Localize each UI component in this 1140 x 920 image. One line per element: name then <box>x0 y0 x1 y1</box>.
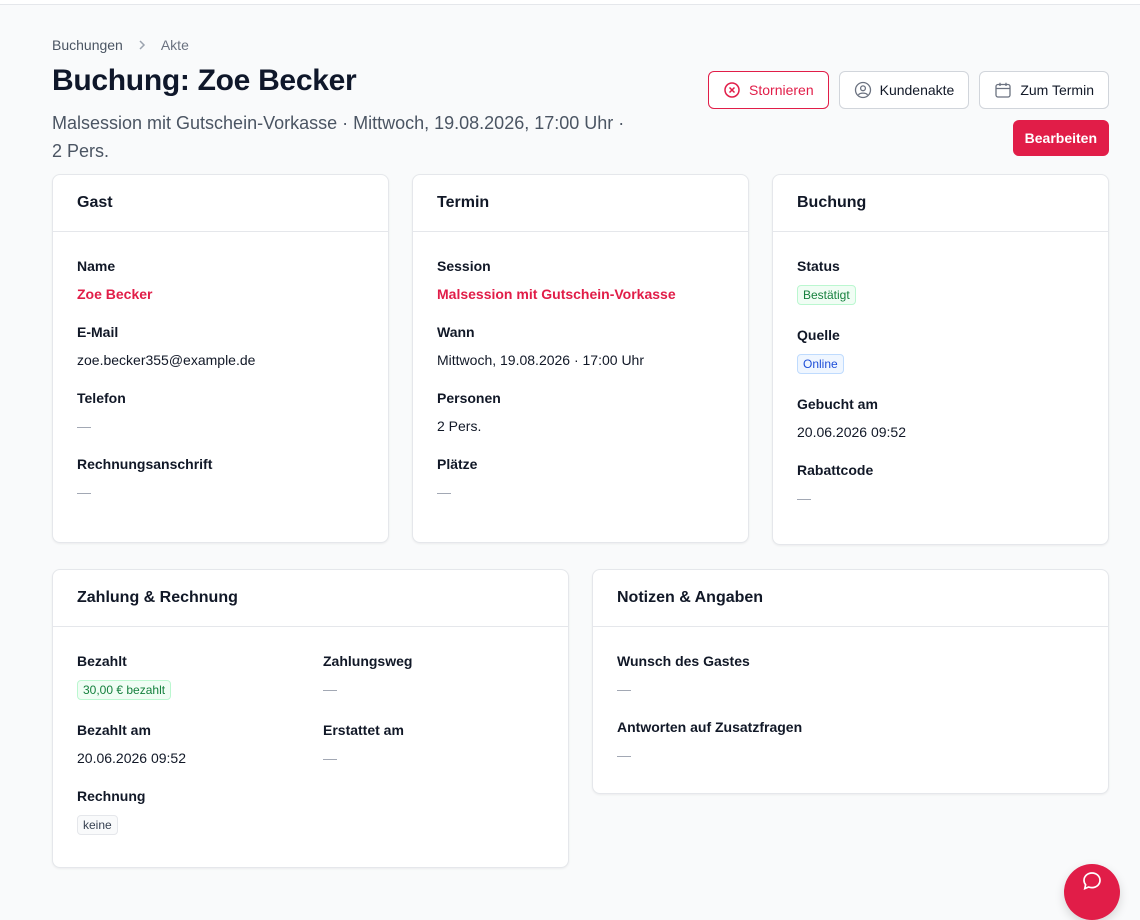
guest-address-field: Rechnungsanschrift — <box>77 456 364 500</box>
guest-email-field: E-Mail zoe.becker355@example.de <box>77 324 364 368</box>
page-title: Buchung: Zoe Becker <box>52 64 357 97</box>
guest-phone-field: Telefon — <box>77 390 364 434</box>
x-circle-icon <box>723 81 741 99</box>
field-label: Plätze <box>437 456 478 472</box>
paid-field: Bezahlt 30,00 € bezahlt <box>77 653 323 700</box>
user-circle-icon <box>854 81 872 99</box>
field-label: Session <box>437 258 491 274</box>
field-label: Bezahlt am <box>77 722 151 738</box>
guest-card-title: Gast <box>53 175 388 232</box>
field-label: E-Mail <box>77 324 119 340</box>
status-badge: Bestätigt <box>797 285 856 305</box>
paid-at-field: Bezahlt am 20.06.2026 09:52 <box>77 722 323 766</box>
session-field: Session Malsession mit Gutschein-Vorkass… <box>437 258 724 302</box>
guest-phone-value: — <box>77 418 91 434</box>
appointment-card: Termin Session Malsession mit Gutschein-… <box>412 174 749 543</box>
payment-method-field: Zahlungsweg — <box>323 653 544 700</box>
field-label: Bezahlt <box>77 653 127 669</box>
go-to-appointment-button[interactable]: Zum Termin <box>979 71 1109 109</box>
guest-wish-value: — <box>617 681 631 697</box>
cancel-booking-label: Stornieren <box>749 82 814 98</box>
chevron-right-icon <box>137 40 147 50</box>
field-label: Gebucht am <box>797 396 878 412</box>
go-to-appointment-label: Zum Termin <box>1020 82 1094 98</box>
invoice-field: Rechnung keine <box>77 788 323 835</box>
header-actions: Stornieren Kundenakte Zum Termin <box>708 71 1109 109</box>
payment-card: Zahlung & Rechnung Bezahlt 30,00 € bezah… <box>52 569 569 868</box>
field-label: Name <box>77 258 116 274</box>
status-field: Status Bestätigt <box>797 258 1084 305</box>
booking-card: Buchung Status Bestätigt Quelle Online G… <box>772 174 1109 545</box>
source-field: Quelle Online <box>797 327 1084 374</box>
guest-email-value: zoe.becker355@example.de <box>77 352 256 368</box>
session-link[interactable]: Malsession mit Gutschein-Vorkasse <box>437 286 724 302</box>
payment-method-value: — <box>323 681 337 697</box>
invoice-badge: keine <box>77 815 118 835</box>
field-label: Erstattet am <box>323 722 404 738</box>
field-label: Rechnung <box>77 788 146 804</box>
appointment-card-title: Termin <box>413 175 748 232</box>
customer-file-label: Kundenakte <box>879 82 955 98</box>
guest-address-value: — <box>77 484 91 500</box>
source-badge: Online <box>797 354 844 374</box>
calendar-icon <box>994 81 1012 99</box>
customer-file-button[interactable]: Kundenakte <box>838 71 970 109</box>
field-label: Rabattcode <box>797 462 874 478</box>
persons-field: Personen 2 Pers. <box>437 390 724 434</box>
booked-at-field: Gebucht am 20.06.2026 09:52 <box>797 396 1084 440</box>
discount-value: — <box>797 490 811 506</box>
field-label: Quelle <box>797 327 840 343</box>
page-subtitle: Malsession mit Gutschein-Vorkasse · Mitt… <box>52 113 625 161</box>
top-bar <box>0 0 1140 5</box>
field-label: Wunsch des Gastes <box>617 653 750 669</box>
when-value: Mittwoch, 19.08.2026 · 17:00 Uhr <box>437 352 645 368</box>
seats-value: — <box>437 484 451 500</box>
chat-button[interactable] <box>1064 864 1120 920</box>
persons-value: 2 Pers. <box>437 418 482 434</box>
breadcrumb-current: Akte <box>160 37 189 53</box>
breadcrumb-link-bookings[interactable]: Buchungen <box>52 37 123 53</box>
notes-card-title: Notizen & Angaben <box>593 570 1108 627</box>
paid-at-value: 20.06.2026 09:52 <box>77 750 186 766</box>
guest-card: Gast Name Zoe Becker E-Mail zoe.becker35… <box>52 174 389 543</box>
field-label: Status <box>797 258 840 274</box>
booked-at-value: 20.06.2026 09:52 <box>797 424 906 440</box>
discount-field: Rabattcode — <box>797 462 1084 506</box>
paid-badge: 30,00 € bezahlt <box>77 680 172 700</box>
payment-card-title: Zahlung & Rechnung <box>53 570 568 627</box>
extra-answers-field: Antworten auf Zusatzfragen — <box>617 719 1084 763</box>
seats-field: Plätze — <box>437 456 724 500</box>
cancel-booking-button[interactable]: Stornieren <box>708 71 829 109</box>
notes-card: Notizen & Angaben Wunsch des Gastes — An… <box>592 569 1109 794</box>
guest-name-field: Name Zoe Becker <box>77 258 364 302</box>
edit-button[interactable]: Bearbeiten <box>1012 120 1109 156</box>
breadcrumb: Buchungen Akte <box>52 37 189 53</box>
when-field: Wann Mittwoch, 19.08.2026 · 17:00 Uhr <box>437 324 724 368</box>
refunded-at-field: Erstattet am — <box>323 722 544 766</box>
field-label: Personen <box>437 390 501 406</box>
field-label: Zahlungsweg <box>323 653 413 669</box>
guest-wish-field: Wunsch des Gastes — <box>617 653 1084 697</box>
refunded-at-value: — <box>323 750 337 766</box>
booking-card-title: Buchung <box>773 175 1108 232</box>
field-label: Rechnungsanschrift <box>77 456 213 472</box>
field-label: Telefon <box>77 390 126 406</box>
extra-answers-value: — <box>617 747 631 763</box>
field-label: Wann <box>437 324 475 340</box>
guest-name-link[interactable]: Zoe Becker <box>77 286 364 302</box>
field-label: Antworten auf Zusatzfragen <box>617 719 803 735</box>
